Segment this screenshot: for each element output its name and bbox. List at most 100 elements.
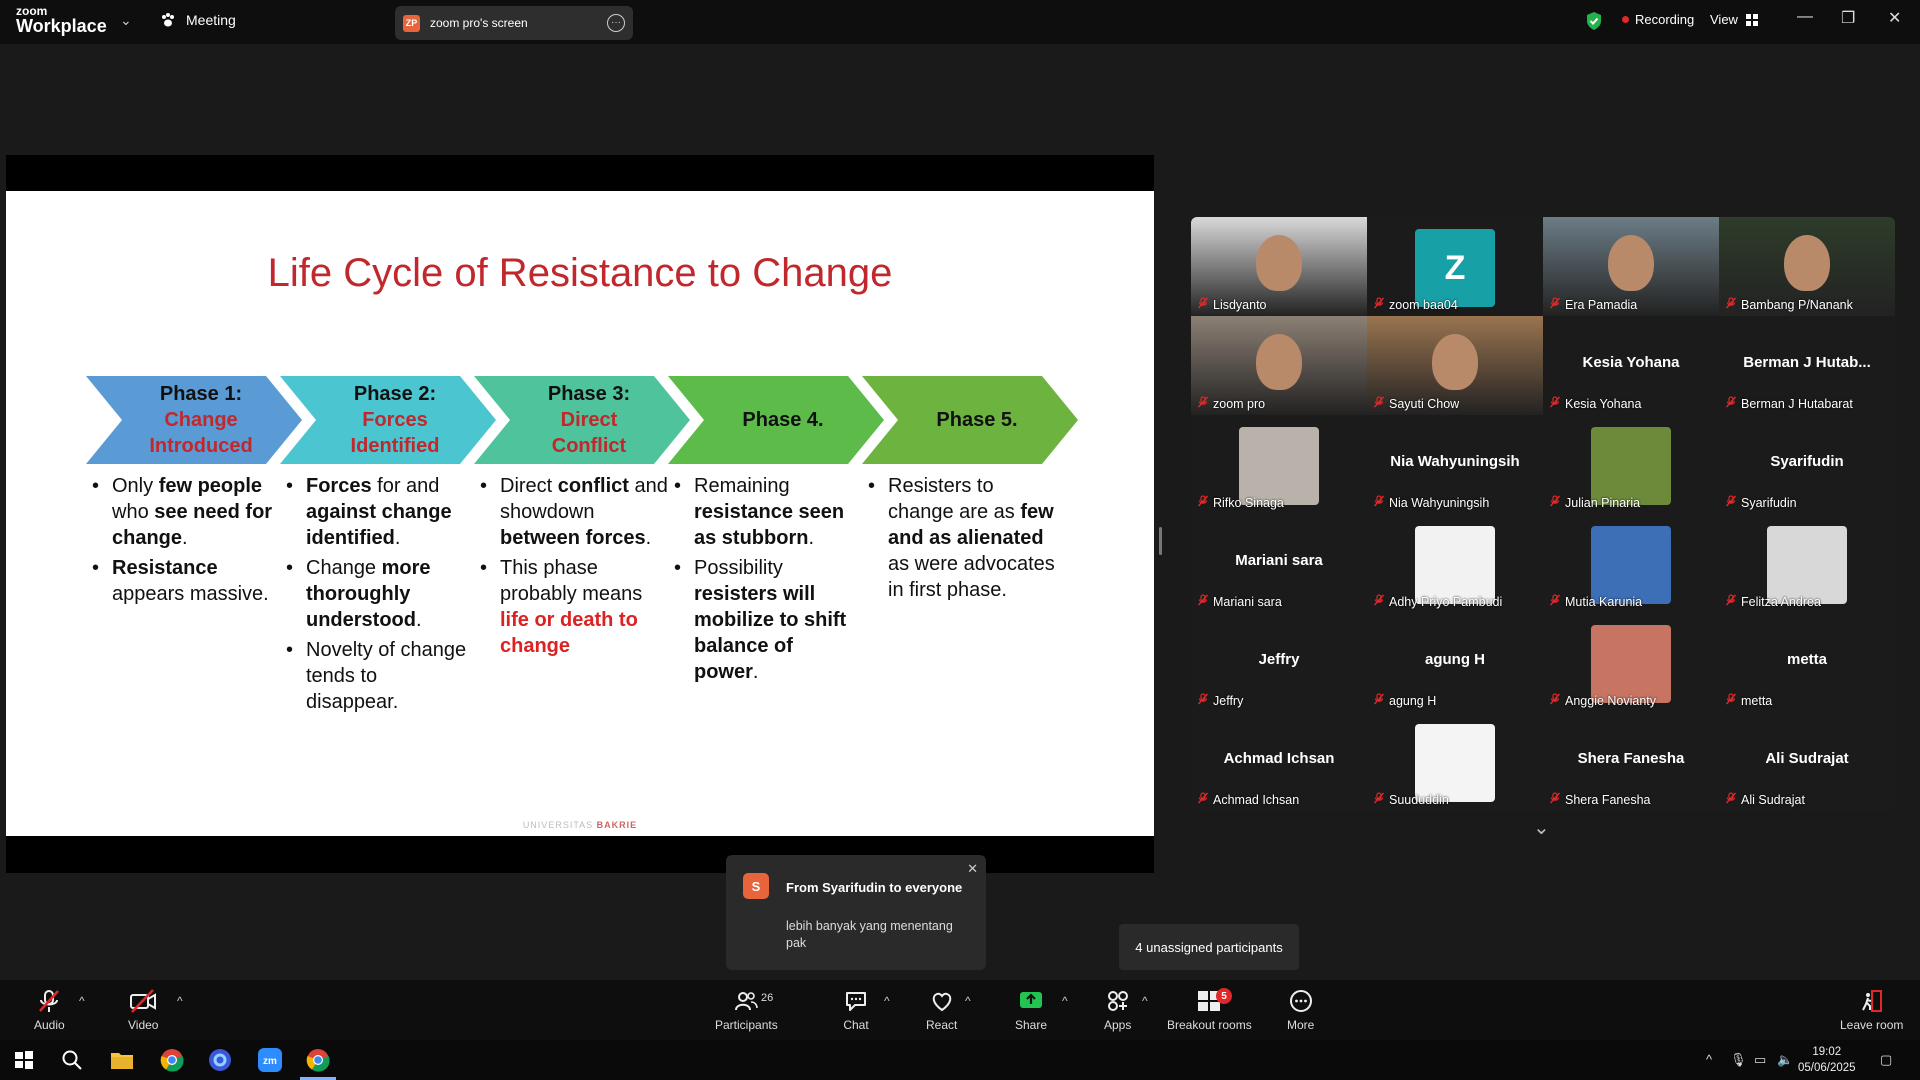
participant-tile[interactable]: Jeffry Jeffry — [1191, 613, 1367, 712]
share-options-caret-icon[interactable]: ^ — [1062, 994, 1068, 1008]
close-icon[interactable]: ✕ — [967, 861, 978, 877]
participant-name-label: Syarifudin — [1725, 495, 1797, 510]
bullet: Possibility resisters will mobilize to s… — [672, 555, 862, 685]
chrome-icon[interactable] — [158, 1046, 186, 1074]
participant-tile[interactable]: agung H agung H — [1367, 613, 1543, 712]
participant-avatar — [1591, 526, 1671, 604]
apps-options-caret-icon[interactable]: ^ — [1142, 994, 1148, 1008]
participant-tile[interactable]: Mariani sara Mariani sara — [1191, 514, 1367, 613]
participant-name-label: Anggie Novianty — [1549, 693, 1656, 708]
participant-name: Kesia Yohana — [1565, 396, 1642, 411]
participant-tile[interactable]: Kesia Yohana Kesia Yohana — [1543, 316, 1719, 415]
participant-tile[interactable]: Nia Wahyuningsih Nia Wahyuningsih — [1367, 415, 1543, 514]
panel-resize-handle[interactable] — [1159, 527, 1162, 555]
participant-tile[interactable]: Lisdyanto — [1191, 217, 1367, 316]
participant-tile[interactable]: Rifko Sinaga — [1191, 415, 1367, 514]
video-button[interactable]: Video — [128, 988, 158, 1032]
participant-tile[interactable]: Achmad Ichsan Achmad Ichsan — [1191, 712, 1367, 811]
phase-4-chevron: Phase 4. — [668, 376, 884, 464]
participant-tile[interactable]: Suududdin — [1367, 712, 1543, 811]
phase-1-num: Phase 1: — [159, 383, 243, 405]
recording-dot-icon — [1622, 16, 1629, 23]
phase-5-bullets: Resisters to change are as few and as al… — [866, 473, 1056, 607]
apps-button[interactable]: Apps — [1104, 988, 1131, 1032]
chat-button[interactable]: Chat — [843, 988, 869, 1032]
phase-2-num: Phase 2: — [353, 383, 437, 405]
view-button[interactable]: View — [1710, 12, 1758, 27]
participant-name: Shera Fanesha — [1565, 792, 1651, 807]
chevron-down-icon[interactable]: ⌄ — [120, 12, 132, 29]
more-icon — [1289, 990, 1312, 1012]
participant-name-label: metta — [1725, 693, 1772, 708]
participant-tile[interactable]: zoom pro — [1191, 316, 1367, 415]
participant-tile[interactable]: Era Pamadia — [1543, 217, 1719, 316]
system-clock[interactable]: 19:02 05/06/2025 — [1798, 1044, 1856, 1076]
participant-tile[interactable]: Anggie Novianty — [1543, 613, 1719, 712]
meeting-menu[interactable]: Meeting — [160, 12, 236, 28]
participant-tile[interactable]: Adhy Priyo Pambudi — [1367, 514, 1543, 613]
gallery-next-page-icon[interactable]: ⌄ — [1533, 815, 1550, 840]
chat-options-caret-icon[interactable]: ^ — [884, 994, 890, 1008]
participant-tile[interactable]: Bambang P/Nanank — [1719, 217, 1895, 316]
participant-name-label: Bambang P/Nanank — [1725, 297, 1853, 312]
shared-screen[interactable]: Life Cycle of Resistance to Change Phase… — [6, 155, 1154, 873]
close-icon[interactable]: ✕ — [1888, 8, 1901, 28]
participant-tile[interactable]: Felitza Andrea — [1719, 514, 1895, 613]
phase-3-sub2: Conflict — [551, 435, 627, 457]
react-button[interactable]: React — [926, 988, 957, 1032]
video-options-caret-icon[interactable]: ^ — [177, 994, 183, 1008]
react-options-caret-icon[interactable]: ^ — [965, 994, 971, 1008]
participant-tile[interactable]: Mutia Karunia — [1543, 514, 1719, 613]
muted-mic-icon — [1549, 792, 1561, 807]
file-explorer-icon[interactable] — [108, 1046, 136, 1074]
paw-icon — [162, 13, 174, 27]
participant-tile[interactable]: Zzoom baa04 — [1367, 217, 1543, 316]
audio-options-caret-icon[interactable]: ^ — [79, 994, 85, 1008]
participant-name: metta — [1741, 693, 1773, 708]
bullet: Resistance appears massive. — [90, 555, 280, 607]
bullet: Only few people who see need for change. — [90, 473, 280, 551]
participant-tile[interactable]: Berman J Hutab... Berman J Hutabarat — [1719, 316, 1895, 415]
participant-tile[interactable]: Syarifudin Syarifudin — [1719, 415, 1895, 514]
audio-button[interactable]: Audio — [34, 988, 65, 1032]
recording-indicator[interactable]: Recording — [1622, 12, 1694, 27]
chat-message: lebih banyak yang menentang pak — [786, 919, 953, 950]
participant-face — [1608, 235, 1654, 291]
participant-display-name: Kesia Yohana — [1582, 354, 1680, 371]
security-shield-icon[interactable] — [1585, 11, 1603, 31]
tray-expand-icon[interactable]: ^ — [1706, 1052, 1712, 1067]
muted-mic-icon — [1197, 495, 1209, 510]
more-button[interactable]: More — [1287, 988, 1314, 1032]
network-icon[interactable]: ▭ — [1754, 1052, 1766, 1068]
microphone-tray-icon[interactable]: 🎙 — [1730, 1052, 1747, 1068]
chrome-active-icon[interactable] — [304, 1046, 332, 1074]
participant-name: Achmad Ichsan — [1213, 792, 1300, 807]
clock-date: 05/06/2025 — [1798, 1062, 1856, 1074]
restore-icon[interactable]: ❐ — [1841, 8, 1855, 28]
zoom-app-icon[interactable]: zm — [256, 1046, 284, 1074]
windows-start-icon[interactable] — [10, 1046, 38, 1074]
volume-icon[interactable]: 🔈 — [1777, 1052, 1793, 1068]
participant-tile[interactable]: Ali Sudrajat Ali Sudrajat — [1719, 712, 1895, 811]
participant-tile[interactable]: metta metta — [1719, 613, 1895, 712]
phase-4-bullets: Remaining resistance seen as stubborn. P… — [672, 473, 862, 689]
muted-mic-icon — [1197, 297, 1209, 312]
minimize-icon[interactable]: — — [1797, 8, 1813, 26]
unassigned-participants-tooltip[interactable]: 4 unassigned participants — [1119, 924, 1299, 970]
phase-3-bullets: Direct conflict and showdown between for… — [478, 473, 668, 663]
chat-notification[interactable]: S From Syarifudin to everyone lebih bany… — [726, 855, 986, 970]
participant-display-name: Nia Wahyuningsih — [1390, 453, 1520, 470]
share-button[interactable]: Share — [1015, 988, 1047, 1032]
leave-room-button[interactable]: Leave room — [1840, 988, 1903, 1032]
notifications-icon[interactable]: ▢ — [1880, 1052, 1892, 1068]
breakout-rooms-button[interactable]: Breakout rooms — [1167, 988, 1252, 1032]
zoom-workplace-logo[interactable]: zoom Workplace — [16, 5, 107, 35]
screen-share-indicator[interactable]: ZP zoom pro's screen ··· — [395, 6, 633, 40]
muted-mic-icon — [1373, 495, 1385, 510]
participant-tile[interactable]: Julian Pinaria — [1543, 415, 1719, 514]
more-options-icon[interactable]: ··· — [607, 14, 625, 32]
participant-tile[interactable]: Sayuti Chow — [1367, 316, 1543, 415]
browser-app-icon[interactable] — [206, 1046, 234, 1074]
search-icon[interactable] — [58, 1046, 86, 1074]
participant-tile[interactable]: Shera Fanesha Shera Fanesha — [1543, 712, 1719, 811]
